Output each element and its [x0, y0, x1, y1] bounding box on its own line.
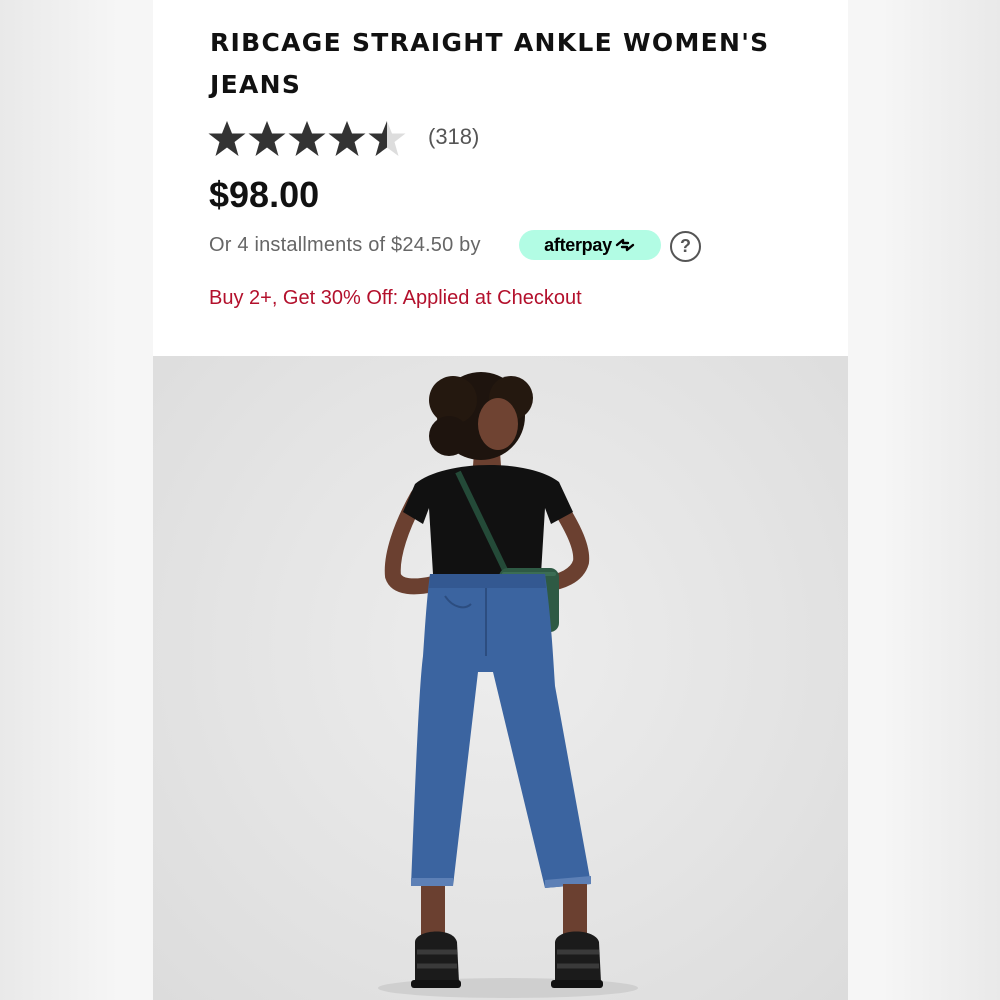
star-icon [208, 121, 246, 156]
installments-text: Or 4 installments of $24.50 by [209, 234, 481, 256]
product-photo [153, 356, 848, 1000]
stars [207, 119, 407, 159]
product-price: $98.00 [209, 174, 320, 215]
star-icon [248, 121, 286, 156]
product-card: RIBCAGE STRAIGHT ANKLE WOMEN'S JEANS (31… [153, 0, 848, 1000]
afterpay-label: afterpay [544, 234, 612, 255]
product-title: RIBCAGE STRAIGHT ANKLE WOMEN'S JEANS [210, 28, 770, 99]
question-circle-icon[interactable]: ? [670, 231, 701, 262]
star-icon [328, 121, 366, 156]
star-rating[interactable] [207, 118, 407, 160]
star-icon [368, 121, 406, 156]
afterpay-badge[interactable]: afterpay [519, 230, 661, 260]
review-count[interactable]: (318) [428, 124, 479, 150]
promo-text[interactable]: Buy 2+, Get 30% Off: Applied at Checkout [209, 287, 582, 310]
product-info: RIBCAGE STRAIGHT ANKLE WOMEN'S JEANS (31… [153, 0, 848, 356]
model-illustration [378, 372, 638, 998]
afterpay-arrows-icon [615, 238, 635, 252]
star-icon [288, 121, 326, 156]
